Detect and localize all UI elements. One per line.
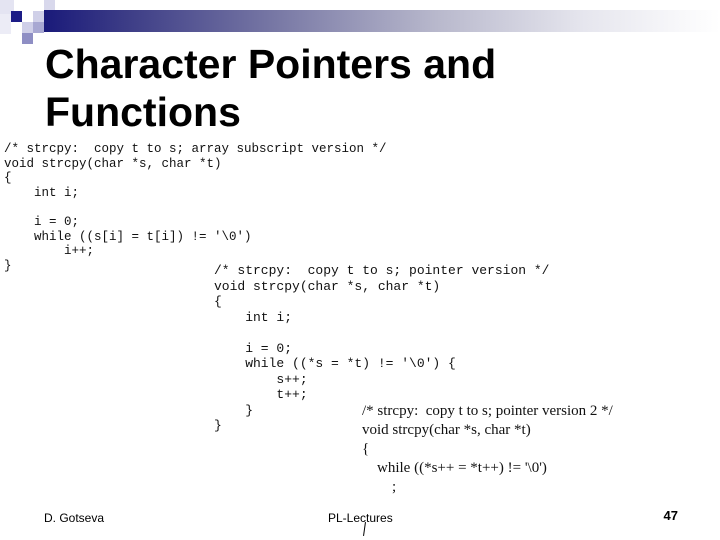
code-line: /* strcpy: copy t to s; pointer version … [362, 403, 613, 419]
footer-author: D. Gotseva [44, 511, 105, 525]
code-line: ; [362, 479, 397, 495]
code-line: { [214, 294, 222, 309]
decor-square [0, 14, 11, 34]
title-line: Character Pointers and [45, 41, 497, 87]
page-number: 47 [663, 508, 678, 523]
code-line: void strcpy(char *s, char *t) [214, 278, 441, 294]
decor-square [22, 22, 33, 33]
slide-title: Character Pointers and Functions [45, 40, 496, 136]
decor-square [11, 11, 22, 22]
code-line: /* strcpy: copy t to s; array subscript … [4, 142, 387, 156]
code-line: i++; [4, 244, 95, 259]
code-block-array-version: /* strcpy: copy t to s; array subscript … [4, 142, 387, 273]
code-line: /* strcpy: copy t to s; pointer version … [214, 263, 550, 278]
decor-square [22, 33, 33, 44]
code-line: i = 0; [214, 340, 293, 356]
code-line: t++; [214, 387, 308, 402]
code-line: void strcpy(char *s, char *t) [4, 156, 222, 171]
footer-course: PL-Lectures [328, 511, 393, 525]
code-line: while ((*s = *t) != '\0') { [214, 356, 456, 371]
code-block-pointer-version-2: /* strcpy: copy t to s; pointer version … [362, 402, 613, 497]
title-line: Functions [45, 89, 241, 135]
decor-square [33, 22, 44, 33]
header-gradient-bar [44, 10, 720, 32]
code-line: while ((*s++ = *t++) != '\0') [362, 460, 547, 476]
code-line: { [362, 441, 370, 457]
code-line: int i; [214, 309, 293, 325]
code-line: s++; [214, 371, 308, 387]
code-line: int i; [4, 185, 80, 200]
code-line: i = 0; [4, 214, 80, 229]
code-line: while ((s[i] = t[i]) != '\0') [4, 229, 252, 244]
code-line: { [4, 171, 12, 186]
code-line: void strcpy(char *s, char *t) [362, 422, 531, 438]
decor-square [33, 11, 44, 22]
